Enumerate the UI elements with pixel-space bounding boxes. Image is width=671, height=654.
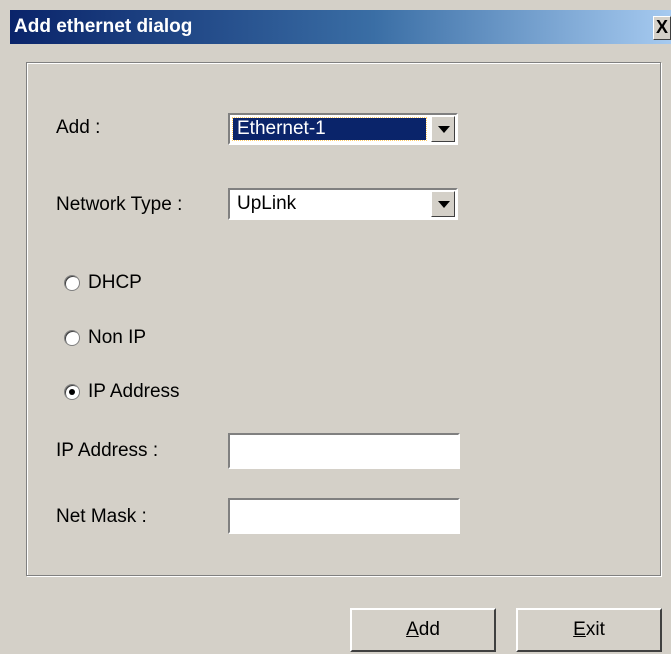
add-select-value: Ethernet-1 xyxy=(232,117,427,141)
radio-ip-address[interactable]: IP Address xyxy=(64,381,264,405)
add-label: Add : xyxy=(56,117,101,138)
radio-button-icon[interactable] xyxy=(64,275,80,291)
exit-button[interactable]: Exit xyxy=(516,608,662,652)
title-bar: Add ethernet dialog X xyxy=(10,10,671,44)
radio-ip-address-label: IP Address xyxy=(88,381,180,402)
add-button[interactable]: Add xyxy=(350,608,496,652)
chevron-down-icon[interactable] xyxy=(431,116,455,142)
radio-button-checked-icon[interactable] xyxy=(64,384,80,400)
add-ethernet-dialog: Add ethernet dialog X Add : Ethernet-1 N… xyxy=(0,0,671,654)
radio-non-ip[interactable]: Non IP xyxy=(64,327,264,351)
close-icon[interactable]: X xyxy=(653,16,671,40)
radio-dhcp-label: DHCP xyxy=(88,272,142,293)
radio-dhcp[interactable]: DHCP xyxy=(64,272,264,296)
network-type-select-value: UpLink xyxy=(237,193,297,214)
net-mask-input[interactable] xyxy=(228,498,460,534)
radio-non-ip-label: Non IP xyxy=(88,327,147,348)
network-type-label: Network Type : xyxy=(56,194,183,215)
network-type-select[interactable]: UpLink xyxy=(228,188,458,220)
chevron-down-icon[interactable] xyxy=(431,191,455,217)
dialog-title: Add ethernet dialog xyxy=(14,16,193,37)
ip-address-label: IP Address : xyxy=(56,440,159,461)
radio-button-icon[interactable] xyxy=(64,330,80,346)
add-select[interactable]: Ethernet-1 xyxy=(228,113,458,145)
ip-address-input[interactable] xyxy=(228,433,460,469)
net-mask-label: Net Mask : xyxy=(56,506,147,527)
